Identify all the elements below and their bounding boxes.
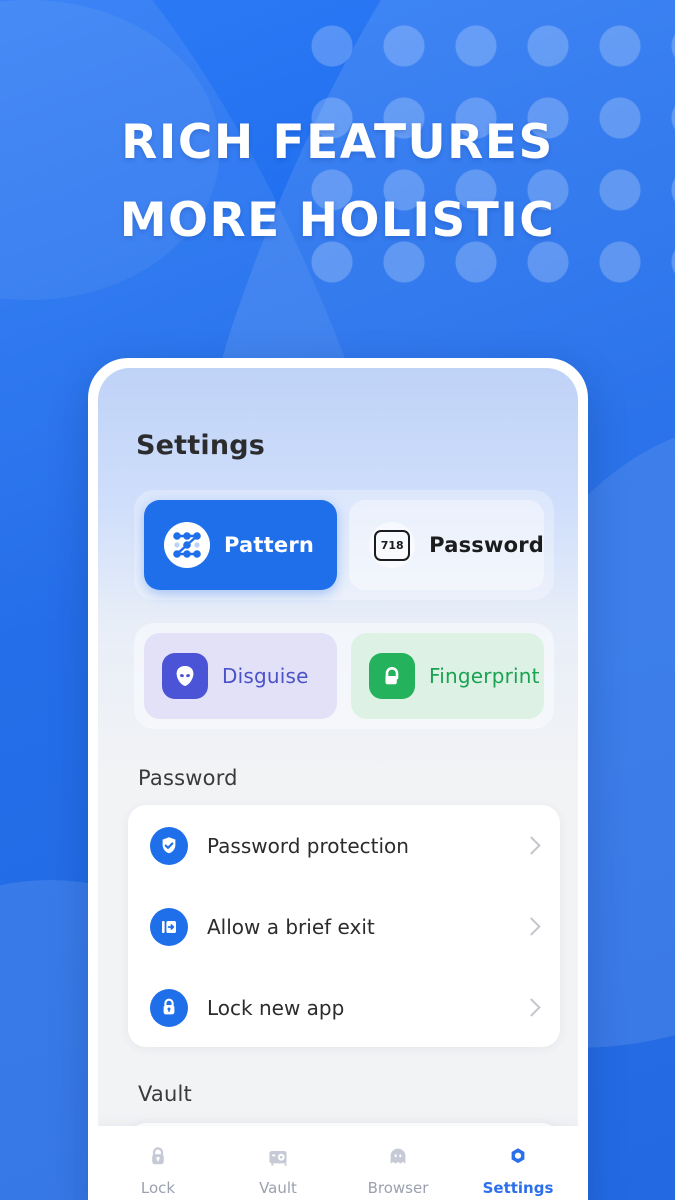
- shield-check-icon: [150, 826, 188, 865]
- extra-lock-method-selector: Disguise Fingerprint: [134, 623, 554, 729]
- lock-method-selector: Pattern 718 Password: [134, 490, 554, 600]
- list-item-lock-new-app[interactable]: Lock new app: [128, 967, 560, 1048]
- phone-mockup: Settings Pattern 718 Password Disguise F…: [88, 358, 588, 1200]
- nav-item-label: Browser: [367, 1179, 429, 1197]
- chevron-right-icon: [522, 836, 541, 855]
- nav-item-label: Lock: [140, 1179, 176, 1197]
- password-settings-card: Password protection Allow a brief exit L…: [128, 805, 560, 1047]
- safe-icon: [263, 1142, 293, 1172]
- nav-item-settings[interactable]: Settings: [458, 1142, 578, 1197]
- chevron-right-icon: [522, 917, 541, 936]
- lock-method-fingerprint-label: Fingerprint: [429, 664, 540, 688]
- pattern-z-icon: [164, 522, 210, 568]
- nav-item-label: Vault: [259, 1179, 297, 1197]
- lock-method-disguise[interactable]: Disguise: [144, 633, 337, 719]
- lock-method-fingerprint[interactable]: Fingerprint: [351, 633, 544, 719]
- bottom-navigation: Lock Vault Browser Settings: [98, 1126, 578, 1200]
- gear-nut-icon: [503, 1142, 533, 1172]
- lock-method-disguise-label: Disguise: [222, 664, 309, 688]
- list-item-password-protection[interactable]: Password protection: [128, 805, 560, 886]
- padlock-icon: [150, 988, 188, 1027]
- nav-item-browser[interactable]: Browser: [338, 1142, 458, 1197]
- chevron-right-icon: [522, 998, 541, 1017]
- keypad-718-icon: 718: [369, 522, 416, 568]
- page-title: Settings: [136, 430, 266, 461]
- ghost-icon: [383, 1142, 413, 1172]
- fingerprint-icon: [369, 653, 415, 699]
- headline-line-1: RICH FEATURES: [121, 115, 554, 170]
- promo-headline: RICH FEATURES MORE HOLISTIC: [0, 104, 675, 260]
- lock-method-password-label: Password: [429, 533, 544, 557]
- nav-item-lock[interactable]: Lock: [98, 1142, 218, 1197]
- list-item-label: Password protection: [207, 833, 409, 858]
- nav-item-label: Settings: [482, 1179, 554, 1197]
- headline-line-2: MORE HOLISTIC: [119, 193, 556, 248]
- padlock-icon: [143, 1142, 173, 1172]
- nav-item-vault[interactable]: Vault: [218, 1142, 338, 1197]
- lock-method-password[interactable]: 718 Password: [349, 500, 544, 590]
- list-item-allow-brief-exit[interactable]: Allow a brief exit: [128, 886, 560, 967]
- exit-door-icon: [150, 907, 188, 946]
- list-item-label: Lock new app: [207, 995, 345, 1020]
- phone-screen: Settings Pattern 718 Password Disguise F…: [98, 368, 578, 1200]
- lock-method-pattern-label: Pattern: [224, 533, 315, 557]
- alien-mask-icon: [162, 653, 208, 699]
- lock-method-pattern[interactable]: Pattern: [144, 500, 338, 590]
- keypad-718-digits: 718: [374, 529, 411, 561]
- section-header-password: Password: [138, 766, 238, 790]
- list-item-label: Allow a brief exit: [207, 914, 375, 939]
- promo-screenshot: RICH FEATURES MORE HOLISTIC Settings Pat…: [0, 0, 675, 1200]
- section-header-vault: Vault: [138, 1082, 192, 1106]
